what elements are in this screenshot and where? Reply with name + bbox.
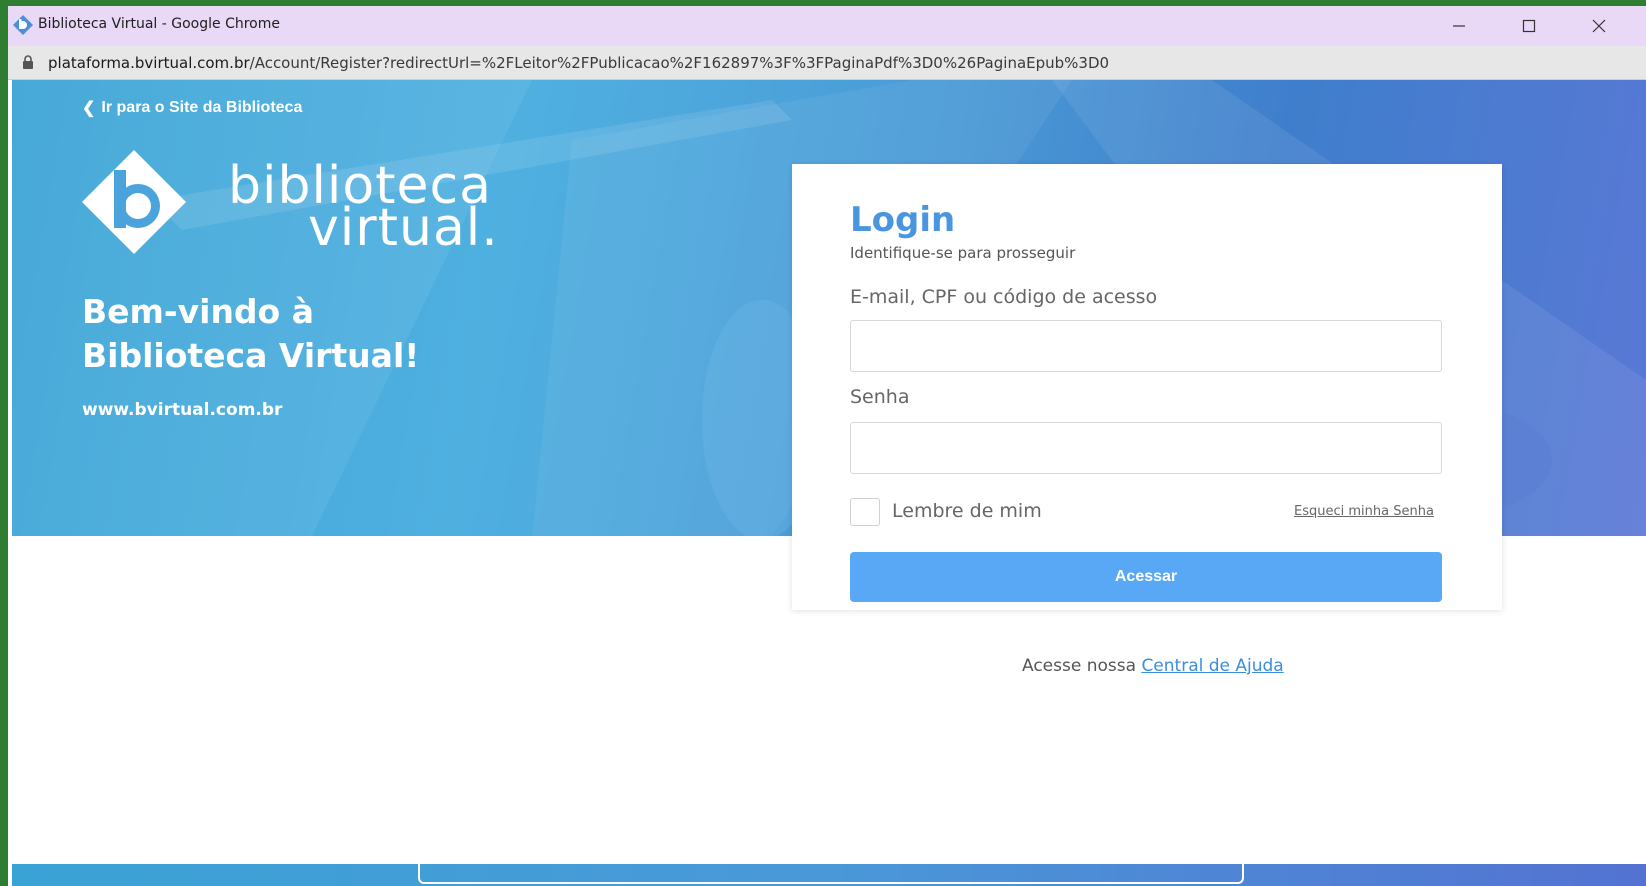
remember-me-label[interactable]: Lembre de mim	[892, 500, 1042, 522]
login-submit-button[interactable]: Acessar	[850, 552, 1442, 602]
welcome-line2: Biblioteca Virtual!	[82, 336, 420, 375]
maximize-icon	[1522, 19, 1536, 33]
password-field[interactable]	[850, 422, 1442, 474]
site-url: www.bvirtual.com.br	[82, 400, 283, 420]
help-prefix: Acesse nossa	[1022, 656, 1137, 676]
maximize-button[interactable]	[1506, 6, 1552, 46]
login-subtitle: Identifique-se para prosseguir	[850, 244, 1076, 262]
browser-window: Biblioteca Virtual - Google Chrome plata…	[8, 6, 1646, 886]
back-to-site-link[interactable]: ❮ Ir para o Site da Biblioteca	[82, 98, 302, 118]
url-text[interactable]: plataforma.bvirtual.com.br/Account/Regis…	[48, 54, 1109, 72]
email-label: E-mail, CPF ou código de acesso	[850, 286, 1158, 308]
login-card: Login Identifique-se para prosseguir E-m…	[792, 164, 1502, 610]
minimize-icon	[1453, 25, 1465, 27]
password-label: Senha	[850, 386, 910, 408]
minimize-button[interactable]	[1436, 6, 1482, 46]
remember-me-checkbox[interactable]	[850, 498, 880, 526]
back-link-label: Ir para o Site da Biblioteca	[101, 99, 303, 116]
welcome-line1: Bem-vindo à	[82, 292, 314, 331]
url-path: /Account/Register?redirectUrl=%2FLeitor%…	[249, 54, 1110, 72]
forgot-password-link[interactable]: Esqueci minha Senha	[1294, 504, 1434, 519]
help-center-link[interactable]: Central de Ajuda	[1141, 656, 1283, 676]
welcome-heading: Bem-vindo à Biblioteca Virtual!	[82, 290, 419, 378]
url-host: plataforma.bvirtual.com.br	[48, 54, 250, 72]
login-title: Login	[850, 200, 956, 240]
bvirtual-logo-icon	[13, 15, 33, 35]
close-button[interactable]	[1576, 6, 1622, 46]
lock-icon	[23, 55, 33, 69]
address-bar[interactable]: plataforma.bvirtual.com.br/Account/Regis…	[8, 46, 1646, 80]
bottom-tab-outline	[418, 864, 1244, 884]
close-icon	[1592, 19, 1606, 33]
chevron-left-icon: ❮	[82, 100, 96, 117]
title-bar: Biblioteca Virtual - Google Chrome	[8, 6, 1646, 46]
help-text: Acesse nossa Central de Ajuda	[1022, 656, 1284, 676]
window-title: Biblioteca Virtual - Google Chrome	[38, 16, 280, 32]
logo-text-line2: virtual.	[308, 198, 499, 258]
email-field[interactable]	[850, 320, 1442, 372]
bvirtual-logo-mark	[82, 150, 186, 254]
